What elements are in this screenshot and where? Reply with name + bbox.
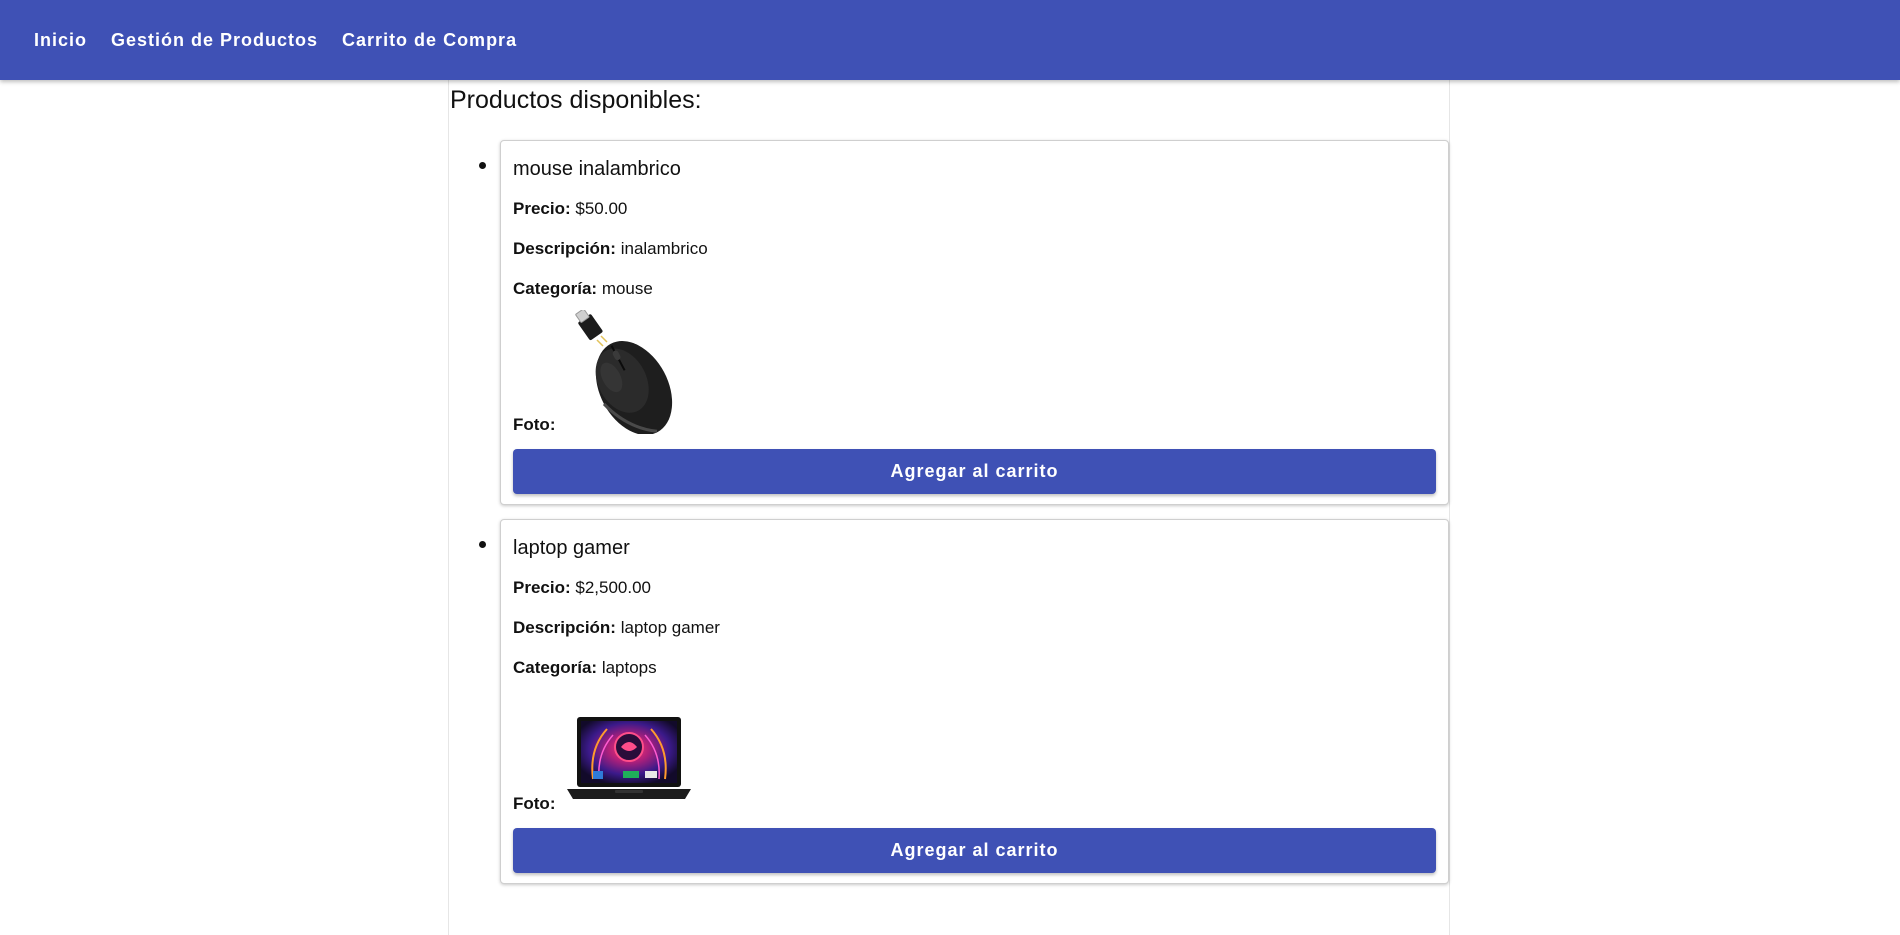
nav-link-gestion-productos[interactable]: Gestión de Productos	[99, 20, 330, 61]
product-description: Descripción: inalambrico	[513, 237, 1436, 261]
product-category: Categoría: mouse	[513, 277, 1436, 301]
photo-label: Foto:	[513, 415, 556, 434]
product-description: Descripción: laptop gamer	[513, 616, 1436, 640]
page-title: Productos disponibles:	[450, 86, 702, 114]
gaming-laptop-icon	[566, 717, 691, 799]
price-label: Precio:	[513, 199, 571, 218]
description-label: Descripción:	[513, 618, 616, 637]
top-navbar: Inicio Gestión de Productos Carrito de C…	[0, 0, 1900, 80]
category-value: mouse	[601, 279, 653, 298]
nav-link-inicio[interactable]: Inicio	[22, 20, 99, 61]
price-value: $50.00	[575, 199, 628, 218]
product-photo-row: Foto:	[513, 688, 1436, 814]
product-photo	[561, 688, 696, 814]
bullet-icon	[479, 162, 486, 169]
product-name: mouse inalambrico	[513, 158, 681, 180]
product-list: mouse inalambrico Precio: $50.00 Descrip…	[479, 140, 1449, 898]
product-photo-row: Foto:	[513, 309, 1436, 435]
list-item: mouse inalambrico Precio: $50.00 Descrip…	[479, 140, 1449, 505]
product-card: mouse inalambrico Precio: $50.00 Descrip…	[500, 140, 1449, 505]
add-to-cart-button[interactable]: Agregar al carrito	[513, 449, 1436, 494]
description-value: laptop gamer	[620, 618, 720, 637]
price-value: $2,500.00	[575, 578, 652, 597]
add-to-cart-button[interactable]: Agregar al carrito	[513, 828, 1436, 873]
price-label: Precio:	[513, 578, 571, 597]
photo-label: Foto:	[513, 794, 556, 813]
category-value: laptops	[601, 658, 657, 677]
description-value: inalambrico	[620, 239, 708, 258]
category-label: Categoría:	[513, 658, 598, 677]
product-price: Precio: $50.00	[513, 197, 1436, 221]
product-category: Categoría: laptops	[513, 656, 1436, 680]
main-content: Productos disponibles: mouse inalambrico…	[448, 80, 1450, 935]
category-label: Categoría:	[513, 279, 598, 298]
nav-link-carrito-compra[interactable]: Carrito de Compra	[330, 20, 529, 61]
description-label: Descripción:	[513, 239, 616, 258]
product-name: laptop gamer	[513, 537, 630, 559]
bullet-icon	[479, 541, 486, 548]
product-card: laptop gamer Precio: $2,500.00 Descripci…	[500, 519, 1449, 884]
product-photo	[561, 309, 696, 435]
product-price: Precio: $2,500.00	[513, 576, 1436, 600]
wireless-mouse-icon	[575, 310, 673, 434]
list-item: laptop gamer Precio: $2,500.00 Descripci…	[479, 519, 1449, 884]
